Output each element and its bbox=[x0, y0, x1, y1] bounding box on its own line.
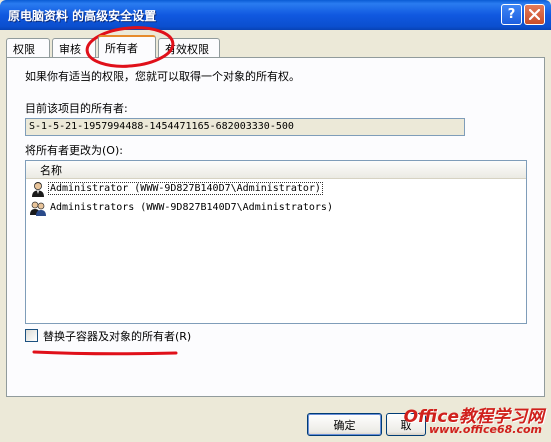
change-owner-label: 将所有者更改为(O): bbox=[25, 144, 123, 157]
list-item[interactable]: Administrator (WWW-9D827B140D7\Administr… bbox=[26, 179, 526, 198]
security-settings-dialog: 原电脑资料 的高级安全设置 ? 权限 审核 所有者 有效权限 如果你有适当的权限… bbox=[0, 0, 551, 442]
cancel-button-label: 取 bbox=[400, 418, 412, 432]
column-header-name[interactable]: 名称 bbox=[26, 161, 526, 179]
owner-name: Administrators (WWW-9D827B140D7\Administ… bbox=[50, 202, 333, 213]
tab-owner[interactable]: 所有者 bbox=[98, 35, 156, 58]
help-icon: ? bbox=[507, 7, 516, 22]
tab-effective-permissions[interactable]: 有效权限 bbox=[158, 38, 220, 58]
column-header-label: 名称 bbox=[40, 163, 62, 177]
ok-button-label: 确定 bbox=[333, 418, 356, 432]
current-owner-label: 目前该项目的所有者: bbox=[25, 102, 128, 115]
owner-list[interactable]: 名称 Administrator (WWW-9D827B140D7\Admini… bbox=[25, 160, 527, 324]
current-owner-field: S-1-5-21-1957994488-1454471165-682003330… bbox=[25, 118, 465, 136]
tab-strip: 权限 审核 所有者 有效权限 bbox=[6, 34, 546, 58]
owner-tab-panel: 如果你有适当的权限，您就可以取得一个对象的所有权。 目前该项目的所有者: S-1… bbox=[6, 57, 545, 397]
help-button[interactable]: ? bbox=[501, 4, 522, 25]
tab-label: 所有者 bbox=[105, 41, 138, 55]
watermark-url: www.office68.com bbox=[428, 423, 542, 436]
window-title: 原电脑资料 的高级安全设置 bbox=[8, 9, 157, 23]
list-item[interactable]: Administrators (WWW-9D827B140D7\Administ… bbox=[26, 198, 526, 217]
tab-label: 权限 bbox=[13, 42, 35, 56]
tab-permissions[interactable]: 权限 bbox=[6, 38, 50, 58]
user-icon bbox=[32, 181, 44, 197]
ok-button[interactable]: 确定 bbox=[307, 413, 382, 436]
cancel-button[interactable]: 取 bbox=[386, 413, 426, 436]
title-bar: 原电脑资料 的高级安全设置 ? bbox=[0, 0, 551, 30]
close-icon bbox=[529, 9, 540, 20]
close-button[interactable] bbox=[524, 4, 545, 25]
tab-label: 有效权限 bbox=[165, 42, 209, 56]
tab-auditing[interactable]: 审核 bbox=[52, 38, 96, 58]
replace-owner-checkbox[interactable] bbox=[25, 329, 38, 342]
replace-owner-label[interactable]: 替换子容器及对象的所有者(R) bbox=[43, 328, 191, 344]
owner-name: Administrator (WWW-9D827B140D7\Administr… bbox=[48, 182, 323, 195]
intro-text: 如果你有适当的权限，您就可以取得一个对象的所有权。 bbox=[25, 70, 300, 83]
group-icon bbox=[30, 201, 46, 216]
tab-label: 审核 bbox=[59, 42, 81, 56]
